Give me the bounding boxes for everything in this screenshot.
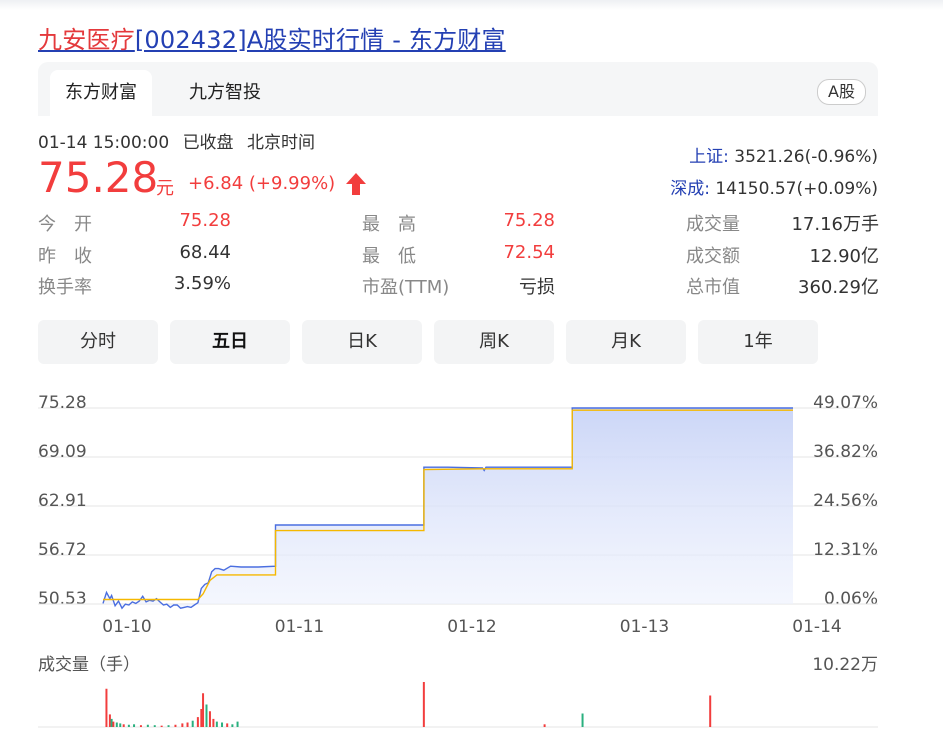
x-tick-label: 01-11 [275,617,324,637]
current-price: 75.28 [38,153,159,202]
volume-bar [191,720,194,727]
stat-label: 最 高 [362,214,416,235]
x-tick-label: 01-10 [102,617,151,637]
volume-bar [196,717,199,727]
price-unit: 元 [156,178,174,199]
stat-label: 换手率 [38,277,92,298]
volume-bar [133,724,136,727]
volume-bar [160,725,163,727]
stat-value: 3.59% [173,273,231,294]
up-arrow-icon [346,173,366,195]
index-shanghai-value: 3521.26(-0.96%) [734,147,878,167]
page-title-rest[interactable]: [002432]A股实时行情 - 东方财富 [135,26,506,54]
volume-bar [186,722,189,727]
volume-bar [139,725,142,727]
index-shenzhen[interactable]: 深成: 14150.57(+0.09%) [670,174,878,199]
stat-value: 360.29亿 [798,277,879,298]
index-shanghai[interactable]: 上证: 3521.26(-0.96%) [689,142,878,167]
volume-bar [236,721,239,727]
volume-bar [122,724,125,727]
volume-bar [146,724,149,727]
index-shanghai-name[interactable]: 上证: [689,147,729,167]
timezone: 北京时间 [246,133,315,153]
volume-bar [153,725,156,727]
stat-label: 最 低 [362,246,416,267]
y-tick-label-left: 50.53 [38,589,87,609]
x-tick-label: 01-13 [620,617,669,637]
y-tick-label-right: 12.31% [813,540,878,560]
volume-bar [105,688,108,727]
volume-title: 成交量（手） [38,655,140,675]
index-shenzhen-name[interactable]: 深成: [670,179,710,199]
volume-bar [422,682,425,727]
source-tab-bar: 东方财富 九方智投 A股 [38,62,878,116]
y-tick-label-left: 56.72 [38,540,87,560]
page-title[interactable]: 九安医疗[002432]A股实时行情 - 东方财富 [38,20,506,55]
stat-value: 亏损 [519,277,555,298]
period-tab-daily-k[interactable]: 日K [302,320,422,364]
quote-time-row: 01-14 15:00:00 已收盘 北京时间 [38,128,315,153]
y-tick-label-left: 69.09 [38,442,87,462]
stat-value: 75.28 [179,210,231,231]
stat-value: 12.90亿 [809,246,879,267]
period-tab-weekly-k[interactable]: 周K [434,320,554,364]
volume-bar [226,723,229,727]
stat-value: 17.16万手 [791,214,879,235]
price-change: +6.84 (+9.99%) [188,173,336,194]
volume-bar [119,723,122,727]
volume-bar [115,722,118,727]
volume-bar [221,722,224,727]
volume-bar [167,725,170,727]
market-badge: A股 [817,79,866,105]
quote-time: 01-14 15:00:00 [38,133,170,153]
volume-bar [581,713,584,727]
stat-value: 68.44 [179,242,231,263]
stat-value: 75.28 [503,210,555,231]
y-tick-label-right: 36.82% [813,442,878,462]
volume-bar [127,724,130,727]
volume-bar [543,724,546,727]
x-tick-label: 01-12 [447,617,496,637]
volume-bar [208,711,211,727]
period-tab-one-year[interactable]: 1年 [698,320,818,364]
tab-eastmoney[interactable]: 东方财富 [50,70,152,116]
index-shenzhen-value: 14150.57(+0.09%) [715,179,878,199]
volume-bar [215,721,218,727]
period-tab-five-day[interactable]: 五日 [170,320,290,364]
period-tab-intraday[interactable]: 分时 [38,320,158,364]
volume-bar [212,718,215,727]
stat-label: 市盈(TTM) [362,277,450,298]
volume-bar [181,723,184,727]
volume-bar [112,721,115,727]
top-bar [0,0,943,10]
y-tick-label-left: 62.91 [38,491,87,511]
price-area [103,408,793,609]
volume-bar [709,695,712,727]
volume-bar [108,714,111,727]
stat-label: 昨 收 [38,246,92,267]
page-title-stock-name[interactable]: 九安医疗 [38,26,135,54]
volume-bar [200,709,203,727]
stat-label: 总市值 [686,277,740,298]
y-tick-label-right: 49.07% [813,393,878,413]
y-tick-label-right: 0.06% [824,589,878,609]
market-status: 已收盘 [182,133,234,153]
volume-bar [110,718,113,727]
x-tick-label: 01-14 [792,617,841,637]
stat-label: 成交量 [686,214,740,235]
stat-label: 今 开 [38,214,92,235]
y-tick-label-right: 24.56% [813,491,878,511]
period-tab-monthly-k[interactable]: 月K [566,320,686,364]
volume-bar [231,724,234,727]
volume-max-label: 10.22万 [812,655,878,675]
five-day-chart[interactable]: 75.28 49.07% 69.09 36.82% 62.91 24.56% 56.72 12… [0,370,943,736]
stat-value: 72.54 [503,242,555,263]
volume-bar [202,693,205,727]
volume-bar [205,704,208,727]
y-tick-label-left: 75.28 [38,393,87,413]
stat-label: 成交额 [686,246,740,267]
tab-jiufang[interactable]: 九方智投 [174,70,276,116]
volume-bar [174,724,177,727]
